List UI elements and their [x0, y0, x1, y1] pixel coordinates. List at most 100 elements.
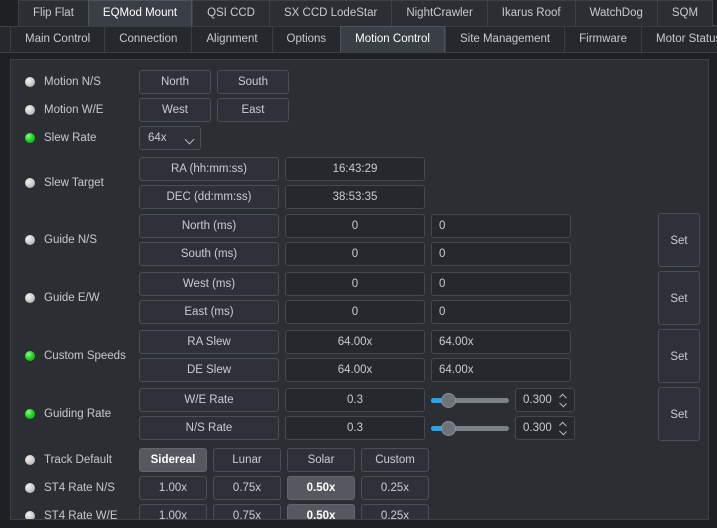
- guide-north-secondary-input[interactable]: 0: [431, 214, 571, 238]
- guide-ns-set-button[interactable]: Set: [658, 213, 700, 267]
- track-default-lunar-button[interactable]: Lunar: [213, 448, 281, 472]
- row-guide-ew-fields: West (ms) 0 0 East (ms) 0 0: [139, 272, 652, 324]
- custom-speeds-ra-secondary-input[interactable]: 64.00x: [431, 330, 571, 354]
- row-motion-we-label: Motion W/E: [44, 104, 103, 116]
- slew-rate-select[interactable]: 64x: [139, 126, 201, 150]
- guide-ew-set-button[interactable]: Set: [658, 271, 700, 325]
- device-tab-ikarus-roof[interactable]: Ikarus Roof: [487, 0, 575, 26]
- slew-target-dec-label-button[interactable]: DEC (dd:mm:ss): [139, 185, 279, 209]
- device-tab-nightcrawler[interactable]: NightCrawler: [391, 0, 486, 26]
- row-guide-ew-label-cell: Guide E/W: [19, 292, 139, 304]
- custom-speeds-ra-input[interactable]: 64.00x: [285, 330, 425, 354]
- device-tab-bar: Flip Flat EQMod Mount QSI CCD SX CCD Lod…: [0, 0, 717, 27]
- row-track-default-fields: Sidereal Lunar Solar Custom: [139, 448, 700, 472]
- st4-rate-ns-050x-button[interactable]: 0.50x: [287, 476, 355, 500]
- guiding-rate-we-label-button[interactable]: W/E Rate: [139, 388, 279, 412]
- guide-north-label-button[interactable]: North (ms): [139, 214, 279, 238]
- section-tab-main-control[interactable]: Main Control: [10, 26, 104, 52]
- chevron-down-icon[interactable]: [559, 428, 567, 436]
- device-tab-flip-flat[interactable]: Flip Flat: [18, 0, 88, 26]
- st4-rate-we-050x-button[interactable]: 0.50x: [287, 504, 355, 520]
- section-tab-options[interactable]: Options: [272, 26, 341, 52]
- led-indicator-motion-ns: [25, 77, 35, 87]
- track-default-solar-button[interactable]: Solar: [287, 448, 355, 472]
- slew-target-dec-input[interactable]: 38:53:35: [285, 185, 425, 209]
- motion-control-panel-wrapper: Motion N/S North South Motion W/E West E…: [0, 53, 717, 528]
- guiding-rate-ns-slider[interactable]: [431, 416, 509, 440]
- st4-rate-we-100x-button[interactable]: 1.00x: [139, 504, 207, 520]
- section-tab-firmware[interactable]: Firmware: [564, 26, 641, 52]
- guide-south-secondary-input[interactable]: 0: [431, 242, 571, 266]
- st4-rate-ns-075x-button[interactable]: 0.75x: [213, 476, 281, 500]
- guide-east-label-button[interactable]: East (ms): [139, 300, 279, 324]
- motion-west-button[interactable]: West: [139, 98, 211, 122]
- section-tab-alignment[interactable]: Alignment: [191, 26, 271, 52]
- guide-west-label-button[interactable]: West (ms): [139, 272, 279, 296]
- st4-rate-ns-100x-button[interactable]: 1.00x: [139, 476, 207, 500]
- guiding-rate-we-input[interactable]: 0.3: [285, 388, 425, 412]
- guiding-rate-ns-slider-handle[interactable]: [441, 421, 456, 436]
- row-st4-rate-we: ST4 Rate W/E 1.00x 0.75x 0.50x 0.25x: [19, 504, 700, 520]
- slew-target-ra-input[interactable]: 16:43:29: [285, 157, 425, 181]
- custom-speeds-de-label-button[interactable]: DE Slew: [139, 358, 279, 382]
- guiding-rate-set-button[interactable]: Set: [658, 387, 700, 441]
- guiding-rate-we-slider-handle[interactable]: [441, 393, 456, 408]
- slew-rate-select-value: 64x: [148, 132, 167, 144]
- custom-speeds-de-input[interactable]: 64.00x: [285, 358, 425, 382]
- device-tab-sqm[interactable]: SQM: [657, 0, 713, 26]
- motion-south-button[interactable]: South: [217, 70, 289, 94]
- row-motion-ns-fields: North South: [139, 70, 700, 94]
- row-st4-rate-we-label-cell: ST4 Rate W/E: [19, 510, 139, 520]
- custom-speeds-ra-label-button[interactable]: RA Slew: [139, 330, 279, 354]
- st4-rate-ns-025x-button[interactable]: 0.25x: [361, 476, 429, 500]
- section-tab-motion-control[interactable]: Motion Control: [340, 26, 445, 52]
- led-indicator-track-default: [25, 455, 35, 465]
- guiding-rate-we-subrow: W/E Rate 0.3 0.300: [139, 388, 652, 412]
- row-slew-target-fields: RA (hh:mm:ss) 16:43:29 DEC (dd:mm:ss) 38…: [139, 157, 700, 209]
- track-default-custom-button[interactable]: Custom: [361, 448, 429, 472]
- slew-target-ra-label-button[interactable]: RA (hh:mm:ss): [139, 157, 279, 181]
- led-indicator-custom-speeds: [25, 351, 35, 361]
- row-guide-ns: Guide N/S North (ms) 0 0 South (ms) 0 0 …: [19, 213, 700, 267]
- device-tab-qsi-ccd[interactable]: QSI CCD: [192, 0, 269, 26]
- st4-rate-we-025x-button[interactable]: 0.25x: [361, 504, 429, 520]
- custom-speeds-de-secondary-input[interactable]: 64.00x: [431, 358, 571, 382]
- guiding-rate-we-spinbox[interactable]: 0.300: [515, 388, 575, 412]
- guide-south-label-button[interactable]: South (ms): [139, 242, 279, 266]
- row-st4-rate-we-fields: 1.00x 0.75x 0.50x 0.25x: [139, 504, 700, 520]
- guide-north-input[interactable]: 0: [285, 214, 425, 238]
- guiding-rate-ns-subrow: N/S Rate 0.3 0.300: [139, 416, 652, 440]
- spinner-arrows-icon[interactable]: [559, 393, 568, 409]
- guide-west-input[interactable]: 0: [285, 272, 425, 296]
- guide-east-input[interactable]: 0: [285, 300, 425, 324]
- guiding-rate-we-slider[interactable]: [431, 388, 509, 412]
- device-tab-eqmod-mount[interactable]: EQMod Mount: [88, 0, 192, 26]
- row-guiding-rate: Guiding Rate W/E Rate 0.3 0.300: [19, 387, 700, 441]
- guiding-rate-ns-spinbox[interactable]: 0.300: [515, 416, 575, 440]
- guide-east-secondary-input[interactable]: 0: [431, 300, 571, 324]
- row-guiding-rate-label: Guiding Rate: [44, 408, 111, 420]
- section-tab-connection[interactable]: Connection: [104, 26, 191, 52]
- device-tab-watchdog[interactable]: WatchDog: [575, 0, 657, 26]
- row-st4-rate-ns: ST4 Rate N/S 1.00x 0.75x 0.50x 0.25x: [19, 476, 700, 500]
- device-tab-sx-ccd-lodestar[interactable]: SX CCD LodeStar: [269, 0, 391, 26]
- led-indicator-slew-target: [25, 178, 35, 188]
- guiding-rate-ns-input[interactable]: 0.3: [285, 416, 425, 440]
- section-tab-motor-status[interactable]: Motor Status: [641, 26, 717, 52]
- spinner-arrows-icon[interactable]: [559, 421, 568, 437]
- row-slew-rate-label-cell: Slew Rate: [19, 132, 139, 144]
- custom-speeds-set-button[interactable]: Set: [658, 329, 700, 383]
- motion-control-panel: Motion N/S North South Motion W/E West E…: [10, 59, 709, 520]
- motion-north-button[interactable]: North: [139, 70, 211, 94]
- guide-south-input[interactable]: 0: [285, 242, 425, 266]
- st4-rate-we-075x-button[interactable]: 0.75x: [213, 504, 281, 520]
- track-default-sidereal-button[interactable]: Sidereal: [139, 448, 207, 472]
- st4-rate-ns-subrow: 1.00x 0.75x 0.50x 0.25x: [139, 476, 700, 500]
- guide-west-secondary-input[interactable]: 0: [431, 272, 571, 296]
- section-tab-site-management[interactable]: Site Management: [445, 26, 564, 52]
- chevron-down-icon[interactable]: [559, 400, 567, 408]
- row-guiding-rate-label-cell: Guiding Rate: [19, 408, 139, 420]
- guide-south-subrow: South (ms) 0 0: [139, 242, 652, 266]
- motion-east-button[interactable]: East: [217, 98, 289, 122]
- guiding-rate-ns-label-button[interactable]: N/S Rate: [139, 416, 279, 440]
